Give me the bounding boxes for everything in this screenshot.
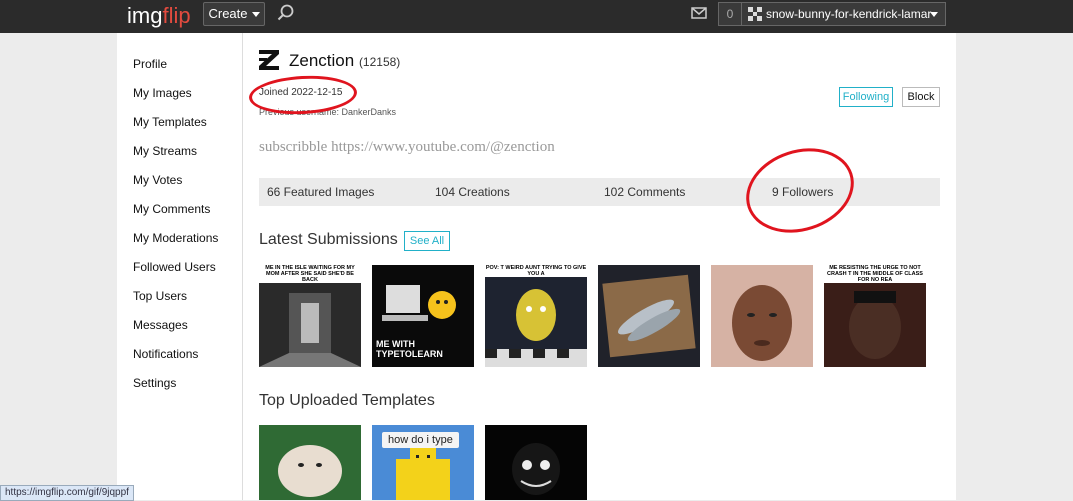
notification-count[interactable]: 0 [718, 2, 742, 26]
fish-image [598, 265, 700, 367]
imgflip-logo[interactable]: imgflip [127, 3, 191, 29]
thumbnail-caption: ME RESISTING THE URGE TO NOT CRASH T IN … [824, 265, 926, 283]
main-content: Zenction (12158) Joined 2022-12-15 Previ… [243, 33, 956, 500]
submission-thumbnail[interactable]: ME IN THE ISLE WAITING FOR MY MOM AFTER … [259, 265, 361, 367]
template-thumbnail[interactable]: how do i type [372, 425, 474, 500]
sidebar-item-my-moderations[interactable]: My Moderations [133, 231, 218, 245]
profile-bio: subscribble https://www.youtube.com/@zen… [259, 139, 555, 155]
sidebar-item-my-images[interactable]: My Images [133, 86, 192, 100]
stat-comments[interactable]: 102 Comments [604, 185, 685, 199]
thumbnail-caption: ME WITH TYPETOLEARN [376, 339, 443, 359]
block-button[interactable]: Block [902, 87, 940, 107]
stat-creations[interactable]: 104 Creations [435, 185, 510, 199]
sidebar-item-followed-users[interactable]: Followed Users [133, 260, 216, 274]
user-avatar-icon [748, 7, 762, 21]
top-uploaded-templates-title: Top Uploaded Templates [259, 392, 435, 409]
sidebar-item-my-comments[interactable]: My Comments [133, 202, 210, 216]
profile-points: (12158) [358, 55, 401, 69]
search-icon[interactable] [277, 4, 295, 22]
submission-thumbnail[interactable] [598, 265, 700, 367]
submission-thumbnail[interactable] [711, 265, 813, 367]
sidebar-item-top-users[interactable]: Top Users [133, 289, 187, 303]
status-bar-link: https://imgflip.com/gif/9jqppf [0, 485, 134, 501]
sidebar-item-notifications[interactable]: Notifications [133, 347, 198, 361]
sidebar-item-my-templates[interactable]: My Templates [133, 115, 207, 129]
sidebar-item-profile[interactable]: Profile [133, 57, 167, 71]
submission-thumbnail[interactable]: ME WITH TYPETOLEARN [372, 265, 474, 367]
sidebar: Profile My Images My Templates My Stream… [117, 33, 243, 500]
template-thumbnail[interactable] [485, 425, 587, 500]
thumbnail-caption: POV: T WEIRD AUNT TRYING TO GIVE YOU A [485, 265, 587, 277]
sidebar-item-settings[interactable]: Settings [133, 376, 176, 390]
profile-username: Zenction (12158) [289, 51, 400, 71]
sidebar-item-my-votes[interactable]: My Votes [133, 173, 182, 187]
following-button[interactable]: Following [839, 87, 893, 107]
see-all-button[interactable]: See All [404, 231, 450, 251]
latest-submissions-title: Latest Submissions [259, 231, 398, 248]
chevron-down-icon [251, 12, 260, 18]
user-profile-icon [259, 50, 279, 70]
thumbnail-caption: ME IN THE ISLE WAITING FOR MY MOM AFTER … [259, 265, 361, 283]
create-label: Create [208, 6, 248, 21]
chica-image [485, 265, 587, 367]
stat-featured-images[interactable]: 66 Featured Images [267, 185, 374, 199]
dark-creature-image [485, 425, 587, 500]
sidebar-item-messages[interactable]: Messages [133, 318, 188, 332]
submission-thumbnail[interactable]: ME RESISTING THE URGE TO NOT CRASH T IN … [824, 265, 926, 367]
bulldog-image [259, 425, 361, 500]
sidebar-item-my-streams[interactable]: My Streams [133, 144, 197, 158]
username-label: snow-bunny-for-kendrick-lamar [766, 7, 932, 21]
create-button[interactable]: Create [203, 2, 265, 26]
top-navbar: imgflip Create 0 snow-bunny-for-kendrick… [0, 0, 1073, 33]
logo-flip-text: flip [162, 3, 191, 28]
logo-img-text: img [127, 3, 163, 28]
chevron-down-icon [930, 12, 938, 17]
profile-name: Zenction [289, 51, 355, 70]
template-thumbnail[interactable] [259, 425, 361, 500]
red-annotation-circle [735, 134, 865, 247]
mail-icon[interactable] [691, 7, 707, 19]
user-menu-button[interactable]: snow-bunny-for-kendrick-lamar [741, 2, 946, 26]
face-image [711, 265, 813, 367]
thumbnail-caption: how do i type [382, 432, 459, 448]
submission-thumbnail[interactable]: POV: T WEIRD AUNT TRYING TO GIVE YOU A [485, 265, 587, 367]
